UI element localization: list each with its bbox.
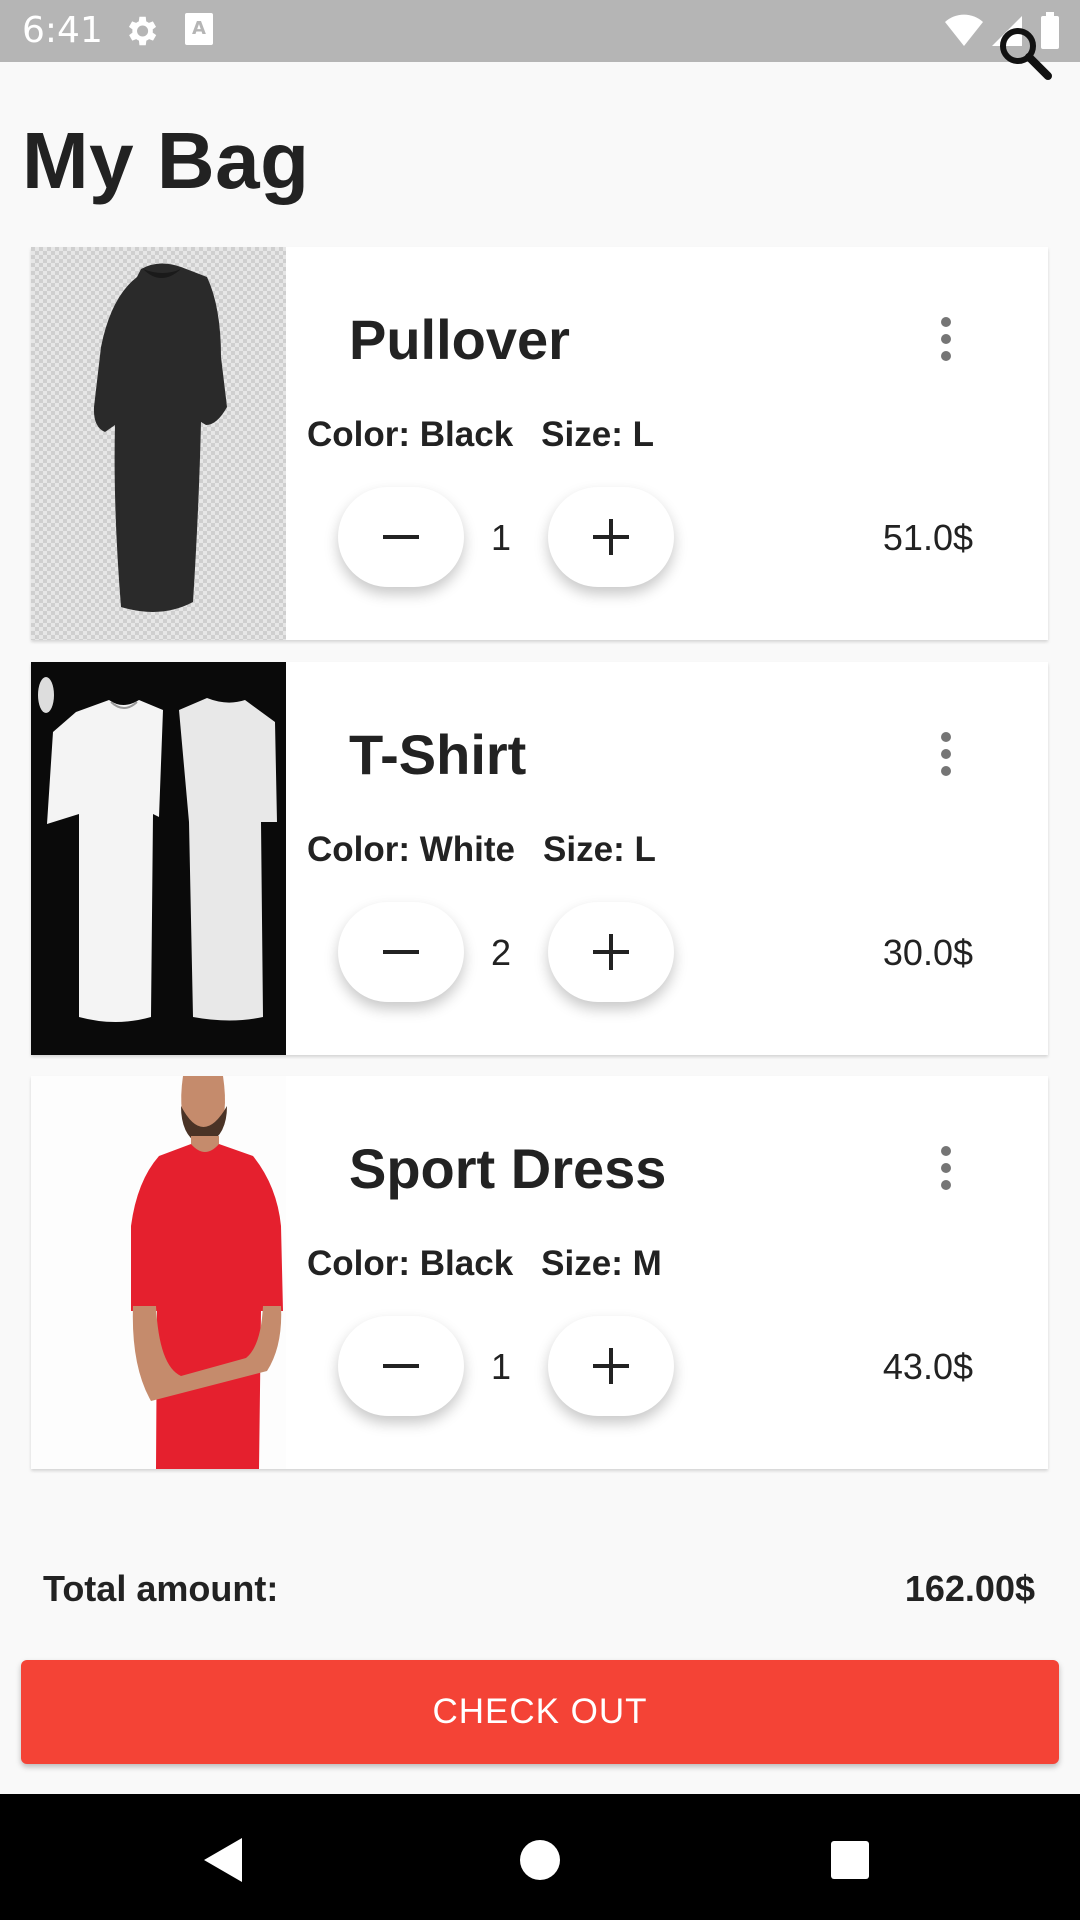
product-attributes: Color: Black Size: M bbox=[307, 1244, 662, 1284]
increase-quantity-button[interactable] bbox=[548, 1316, 674, 1416]
wifi-icon bbox=[944, 12, 984, 53]
navigation-bar bbox=[0, 1794, 1080, 1920]
product-price: 43.0$ bbox=[882, 1346, 973, 1387]
product-name: Pullover bbox=[349, 308, 570, 371]
product-color: Color: White bbox=[307, 830, 516, 869]
status-time: 6:41 bbox=[22, 10, 103, 51]
product-name: Sport Dress bbox=[349, 1137, 667, 1200]
more-vert-icon[interactable] bbox=[931, 315, 961, 365]
decrease-quantity-button[interactable] bbox=[338, 1316, 464, 1416]
keyboard-icon: A bbox=[184, 12, 214, 51]
product-attributes: Color: Black Size: L bbox=[307, 415, 654, 455]
recents-icon[interactable] bbox=[820, 1830, 880, 1890]
svg-text:A: A bbox=[192, 18, 206, 39]
decrease-quantity-button[interactable] bbox=[338, 902, 464, 1002]
minus-icon bbox=[383, 535, 419, 539]
product-size: Size: M bbox=[541, 1244, 662, 1283]
checkout-button[interactable]: CHECK OUT bbox=[21, 1660, 1059, 1764]
product-image-pullover bbox=[31, 247, 286, 640]
product-size: Size: L bbox=[543, 830, 656, 869]
total-amount-value: 162.00$ bbox=[904, 1568, 1035, 1609]
increase-quantity-button[interactable] bbox=[548, 902, 674, 1002]
more-vert-icon[interactable] bbox=[931, 730, 961, 780]
quantity-value: 1 bbox=[491, 517, 512, 558]
product-color: Color: Black bbox=[307, 415, 514, 454]
product-image-sport-dress bbox=[31, 1076, 286, 1469]
product-image-tshirt bbox=[31, 662, 286, 1055]
bag-item-card[interactable]: Pullover Color: Black Size: L 1 51.0$ bbox=[31, 247, 1048, 640]
home-icon[interactable] bbox=[510, 1830, 570, 1890]
more-vert-icon[interactable] bbox=[931, 1144, 961, 1194]
plus-icon bbox=[593, 934, 629, 970]
product-name: T-Shirt bbox=[349, 723, 527, 786]
minus-icon bbox=[383, 1364, 419, 1368]
minus-icon bbox=[383, 950, 419, 954]
product-price: 51.0$ bbox=[882, 517, 973, 558]
status-bar: 6:41 A bbox=[0, 0, 1080, 62]
plus-icon bbox=[593, 519, 629, 555]
product-size: Size: L bbox=[541, 415, 654, 454]
plus-icon bbox=[593, 1348, 629, 1384]
back-icon[interactable] bbox=[196, 1830, 256, 1890]
product-color: Color: Black bbox=[307, 1244, 514, 1283]
quantity-value: 1 bbox=[491, 1346, 512, 1387]
decrease-quantity-button[interactable] bbox=[338, 487, 464, 587]
total-amount-label: Total amount: bbox=[43, 1568, 279, 1609]
increase-quantity-button[interactable] bbox=[548, 487, 674, 587]
product-attributes: Color: White Size: L bbox=[307, 830, 656, 870]
bag-item-card[interactable]: Sport Dress Color: Black Size: M 1 43.0$ bbox=[31, 1076, 1048, 1469]
product-price: 30.0$ bbox=[882, 932, 973, 973]
bag-item-card[interactable]: T-Shirt Color: White Size: L 2 30.0$ bbox=[31, 662, 1048, 1055]
search-icon[interactable] bbox=[996, 24, 1056, 84]
gear-icon bbox=[122, 12, 160, 55]
page-title: My Bag bbox=[22, 116, 310, 205]
quantity-value: 2 bbox=[491, 932, 512, 973]
